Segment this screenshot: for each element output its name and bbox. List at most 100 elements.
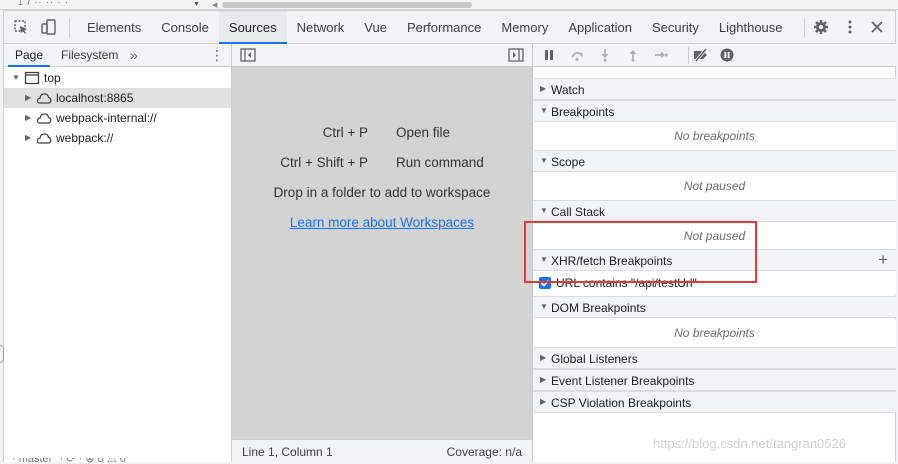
section-title: Global Listeners bbox=[551, 352, 638, 366]
dropdown-arrow-icon[interactable]: ▼ bbox=[193, 1, 203, 9]
expanded-arrow-icon: ▼ bbox=[540, 206, 548, 215]
tree-item-webpack[interactable]: ▶ webpack:// bbox=[4, 128, 231, 148]
section-title: Event Listener Breakpoints bbox=[551, 374, 695, 388]
collapsed-arrow-icon[interactable]: ▶ bbox=[25, 108, 31, 128]
cloud-icon bbox=[36, 131, 52, 145]
file-tree: ▼ top ▶ localhost:8865 ▶ webpack-interna… bbox=[4, 68, 231, 148]
tab-vue[interactable]: Vue bbox=[354, 11, 397, 44]
tab-performance[interactable]: Performance bbox=[397, 11, 491, 44]
close-icon[interactable] bbox=[869, 19, 885, 35]
inspect-icon[interactable] bbox=[13, 19, 29, 35]
section-dom-breakpoints[interactable]: ▼ DOM Breakpoints bbox=[533, 296, 896, 318]
tab-security[interactable]: Security bbox=[642, 11, 709, 44]
navigator-menu-icon[interactable]: ⋮ bbox=[210, 48, 224, 62]
tab-filesystem[interactable]: Filesystem bbox=[54, 44, 125, 67]
device-toggle-icon[interactable] bbox=[41, 19, 57, 35]
window-edge-control bbox=[0, 345, 4, 363]
shortcut-keys-run-command: Ctrl + Shift + P bbox=[280, 155, 368, 170]
section-call-stack[interactable]: ▼ Call Stack bbox=[533, 200, 896, 222]
window-bottom-strip: · master* · ⟳ · ⊗ 0 ⚠ 0 bbox=[0, 458, 898, 464]
debugger-toolbar bbox=[533, 44, 896, 67]
section-watch[interactable]: ▶ Watch bbox=[533, 78, 896, 100]
section-title: Scope bbox=[551, 155, 586, 169]
devtools-window: Elements Console Sources Network Vue Per… bbox=[3, 10, 896, 462]
tab-memory[interactable]: Memory bbox=[491, 11, 558, 44]
toolbar-divider bbox=[688, 47, 689, 64]
collapsed-arrow-icon: ▶ bbox=[540, 84, 547, 93]
tree-item-label: webpack:// bbox=[56, 131, 114, 145]
expanded-arrow-icon[interactable]: ▼ bbox=[12, 68, 20, 88]
frame-icon bbox=[24, 71, 40, 85]
section-title: Watch bbox=[551, 83, 585, 97]
step-out-icon[interactable] bbox=[626, 48, 640, 62]
more-tabs-icon[interactable]: » bbox=[130, 47, 138, 63]
tree-item-label: webpack-internal:// bbox=[56, 111, 157, 125]
workspace-hint: Drop in a folder to add to workspace bbox=[273, 185, 491, 200]
panel-tabs: Elements Console Sources Network Vue Per… bbox=[77, 11, 793, 44]
collapsed-arrow-icon: ▶ bbox=[540, 353, 547, 362]
section-title: DOM Breakpoints bbox=[551, 301, 646, 315]
section-title: Breakpoints bbox=[551, 105, 615, 119]
collapsed-arrow-icon: ▶ bbox=[540, 375, 547, 384]
section-title: CSP Violation Breakpoints bbox=[551, 396, 692, 410]
tab-lighthouse[interactable]: Lighthouse bbox=[709, 11, 793, 44]
expanded-arrow-icon: ▼ bbox=[540, 302, 548, 311]
section-breakpoints[interactable]: ▼ Breakpoints bbox=[533, 100, 896, 122]
toggle-navigator-icon[interactable] bbox=[240, 48, 256, 62]
editor-toolbar bbox=[232, 44, 532, 67]
tab-elements[interactable]: Elements bbox=[77, 11, 151, 44]
expanded-arrow-icon: ▼ bbox=[540, 156, 548, 165]
collapsed-arrow-icon: ▶ bbox=[540, 397, 547, 406]
navigator-tabs: Page Filesystem » ⋮ bbox=[4, 44, 231, 67]
navigator-pane: Page Filesystem » ⋮ ▼ top ▶ localhost:88… bbox=[4, 44, 232, 462]
tree-item-localhost[interactable]: ▶ localhost:8865 bbox=[4, 88, 231, 108]
toolbar-divider bbox=[804, 18, 805, 37]
shortcut-keys-open-file: Ctrl + P bbox=[322, 125, 368, 140]
horizontal-scrollbar[interactable] bbox=[222, 2, 472, 8]
tab-page[interactable]: Page bbox=[8, 44, 51, 67]
section-title: Call Stack bbox=[551, 205, 606, 219]
kebab-menu-icon[interactable] bbox=[842, 19, 858, 35]
section-event-listener-breakpoints[interactable]: ▶ Event Listener Breakpoints bbox=[533, 369, 896, 391]
workspaces-link[interactable]: Learn more about Workspaces bbox=[232, 215, 532, 230]
deactivate-breakpoints-icon[interactable] bbox=[693, 48, 709, 62]
tab-sources[interactable]: Sources bbox=[218, 11, 287, 44]
section-csp-violation-breakpoints[interactable]: ▶ CSP Violation Breakpoints bbox=[533, 391, 896, 413]
tree-item-label: localhost:8865 bbox=[56, 91, 134, 105]
section-global-listeners[interactable]: ▶ Global Listeners bbox=[533, 347, 896, 369]
collapsed-arrow-icon[interactable]: ▶ bbox=[25, 88, 31, 108]
coverage-status[interactable]: Coverage: n/a bbox=[447, 445, 522, 459]
add-xhr-breakpoint-button[interactable]: + bbox=[878, 250, 888, 270]
devtools-toolbar: Elements Console Sources Network Vue Per… bbox=[4, 11, 895, 44]
collapsed-arrow-icon[interactable]: ▶ bbox=[25, 128, 31, 148]
tab-application[interactable]: Application bbox=[558, 11, 642, 44]
shortcut-action-open-file: Open file bbox=[396, 125, 451, 140]
status-fragment: · master* · ⟳ · ⊗ 0 ⚠ 0 bbox=[12, 458, 126, 464]
breakpoints-empty: No breakpoints bbox=[533, 122, 896, 150]
dom-breakpoints-empty: No breakpoints bbox=[533, 319, 896, 347]
cloud-icon bbox=[36, 111, 52, 125]
pause-icon[interactable] bbox=[542, 48, 556, 62]
step-into-icon[interactable] bbox=[598, 48, 612, 62]
gear-icon[interactable] bbox=[813, 19, 829, 35]
tree-item-label: top bbox=[44, 71, 61, 85]
tree-item-webpack-internal[interactable]: ▶ webpack-internal:// bbox=[4, 108, 231, 128]
step-over-icon[interactable] bbox=[570, 48, 584, 62]
truncated-text: 1 / ·· ·· · · bbox=[18, 0, 69, 7]
toolbar-divider bbox=[69, 18, 70, 37]
scope-empty: Not paused bbox=[533, 172, 896, 200]
cursor-position: Line 1, Column 1 bbox=[242, 445, 333, 459]
shortcut-action-run-command: Run command bbox=[396, 155, 484, 170]
tab-console[interactable]: Console bbox=[151, 11, 219, 44]
scroll-left-icon[interactable]: ◀ bbox=[212, 1, 217, 9]
watermark: https://blog.csdn.net/tangran0526 bbox=[653, 436, 846, 451]
step-icon[interactable] bbox=[654, 48, 668, 62]
section-scope[interactable]: ▼ Scope bbox=[533, 150, 896, 172]
tab-network[interactable]: Network bbox=[287, 11, 355, 44]
pause-on-exceptions-icon[interactable] bbox=[720, 48, 734, 62]
window-top-strip: 1 / ·· ·· · · ▼ ◀ bbox=[0, 0, 898, 10]
toggle-debugger-icon[interactable] bbox=[508, 48, 524, 62]
cloud-icon bbox=[36, 91, 52, 105]
editor-pane: Ctrl + P Open file Ctrl + Shift + P Run … bbox=[232, 44, 532, 462]
tree-item-top[interactable]: ▼ top bbox=[4, 68, 231, 88]
